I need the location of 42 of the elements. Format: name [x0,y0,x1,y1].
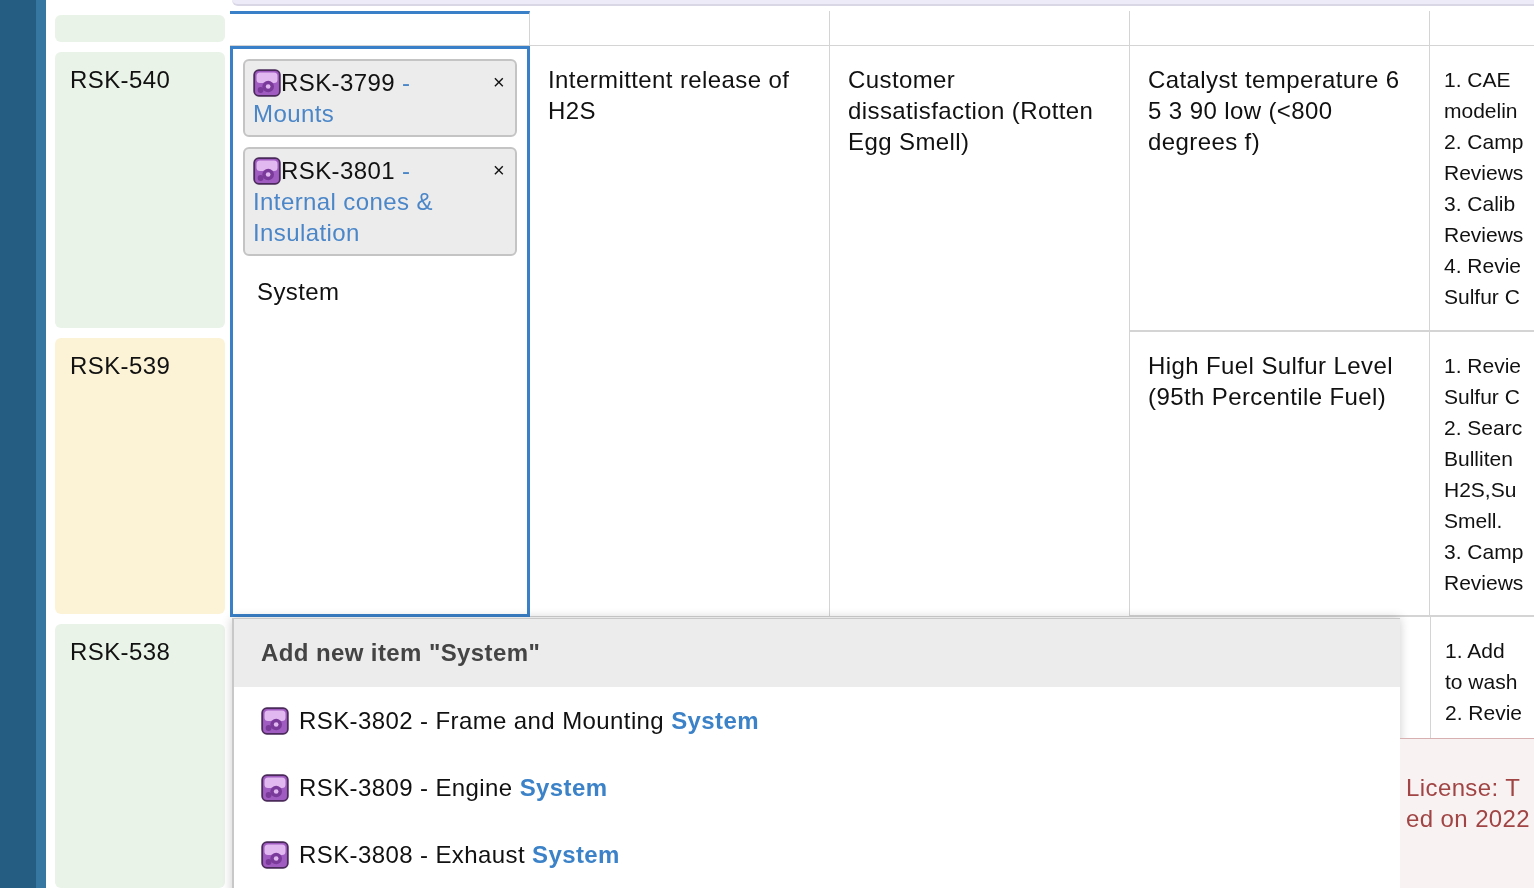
cell-text: 3. Camp [1444,539,1524,565]
cell-text: 1. CAE [1444,67,1511,93]
cell-text: 4. Revie [1444,253,1522,279]
row-key: RSK-538 [70,638,171,665]
row-key: RSK-540 [70,66,171,93]
cell-text: Reviews [1444,570,1524,596]
remove-button[interactable]: × [492,67,505,98]
add-item-option[interactable]: Add new item "System" [234,619,1400,687]
menu-item[interactable]: RSK-3802 - Frame and Mounting System [234,687,1400,754]
cell-text: Reviews [1444,222,1524,248]
chip-title: Mounts [253,99,336,129]
cell-text: 3. Calib [1444,191,1516,217]
cell-text: Smell. [1444,508,1503,534]
chip-id: RSK-3801 - [281,156,411,186]
menu-item[interactable]: RSK-3808 - Exhaust System [234,821,1400,888]
input-field[interactable]: System [243,266,517,318]
table-cell: Intermittent release of H2S [530,46,830,617]
cell-editor[interactable]: RSK-3799 - Mounts × RSK-3801 - Internal cones & Insulation × System [230,46,530,617]
cell-text: to wash [1445,669,1518,695]
option-label: RSK-3808 - Exhaust System [299,839,620,870]
chip-title: Internal cones & Insulation [253,187,434,248]
cell-text: H2S,Su [1444,477,1517,503]
license-text: License: T [1406,773,1522,803]
table-cell: Customer dissatisfaction (Rotten Egg Smell) [830,46,1130,617]
cell-text: 2. Camp [1444,129,1524,155]
cell-text: 1. Revie [1444,353,1522,379]
cell-text: 2. Searc [1444,415,1523,441]
cell-text: Bulliten [1444,446,1513,472]
table-cell: Catalyst temperature 6 5 3 90 low (<800 degrees f) [1130,46,1430,332]
option-label: RSK-3802 - Frame and Mounting System [299,705,759,736]
row-key: RSK-539 [70,352,171,379]
cell-text: Sulfur C [1444,284,1520,310]
cell-text: 1. Add [1445,638,1505,664]
cell-text: modelin [1444,98,1518,124]
remove-button[interactable]: × [492,155,505,186]
license-text: ed on 2022 [1406,804,1532,834]
cell-text: 2. Revie [1445,700,1523,726]
cell-text: Sulfur C [1444,384,1520,410]
option-label: RSK-3809 - Engine System [299,772,608,803]
cell-text: Reviews [1444,160,1524,186]
chip-id: RSK-3799 - [281,68,411,98]
menu-item[interactable]: RSK-3809 - Engine System [234,754,1400,821]
